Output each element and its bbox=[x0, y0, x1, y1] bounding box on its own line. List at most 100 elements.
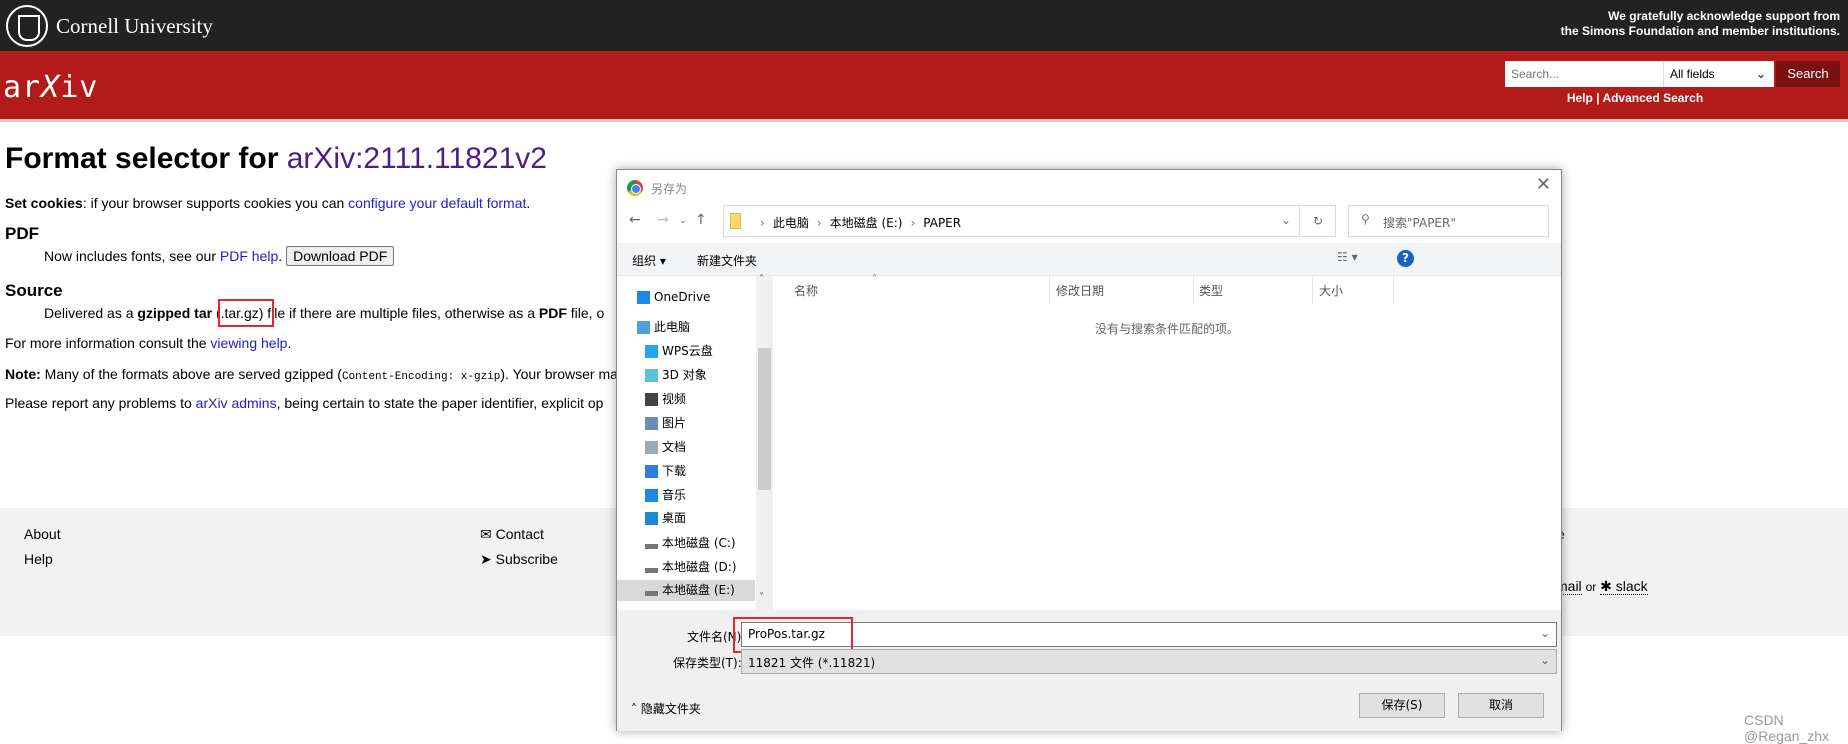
filename-input[interactable]: ProPos.tar.gz ⌄ bbox=[741, 622, 1557, 647]
recent-dropdown-icon[interactable]: ⌄ bbox=[679, 216, 687, 226]
nav-scrollbar-thumb[interactable] bbox=[758, 348, 771, 490]
arxiv-admins-link[interactable]: arXiv admins bbox=[196, 395, 277, 411]
separator: | bbox=[1596, 91, 1600, 105]
nav-item[interactable]: 本地磁盘 (E:) bbox=[617, 580, 755, 601]
punct: . bbox=[287, 335, 292, 351]
crumb[interactable]: 此电脑 bbox=[773, 216, 809, 230]
nav-item[interactable]: OneDrive bbox=[617, 287, 755, 308]
new-folder-button[interactable]: 新建文件夹 bbox=[697, 252, 757, 269]
column-divider[interactable] bbox=[1312, 276, 1313, 304]
dialog-toolbar: 组织 ▾ 新建文件夹 ☷ ▾ ? bbox=[617, 243, 1561, 276]
nav-item-label: 文档 bbox=[662, 440, 687, 454]
back-icon[interactable]: ← bbox=[629, 212, 641, 228]
up-icon[interactable]: ↑ bbox=[695, 212, 707, 228]
filetype-select[interactable]: 11821 文件 (*.11821) ⌄ bbox=[741, 649, 1557, 674]
column-type[interactable]: 类型 bbox=[1199, 282, 1223, 299]
empty-message: 没有与搜索条件匹配的项。 bbox=[1094, 322, 1239, 336]
column-divider[interactable] bbox=[1049, 276, 1050, 304]
crumb[interactable]: PAPER bbox=[923, 216, 961, 230]
download-icon bbox=[645, 465, 658, 478]
pdf-help-link[interactable]: PDF help bbox=[220, 248, 278, 264]
arxiv-logo[interactable]: arXiv bbox=[3, 70, 98, 105]
drive-icon bbox=[645, 544, 658, 549]
folder-search-input[interactable]: ⚲ 搜索"PAPER" bbox=[1348, 205, 1549, 237]
cancel-button[interactable]: 取消 bbox=[1458, 693, 1544, 718]
footer-help-link[interactable]: Help bbox=[24, 551, 53, 567]
nav-item[interactable]: 3D 对象 bbox=[617, 365, 755, 386]
source-bold: gzipped tar bbox=[137, 305, 213, 321]
view-options-icon[interactable]: ☷ ▾ bbox=[1337, 250, 1358, 264]
nav-item[interactable]: 音乐 bbox=[617, 485, 755, 506]
search-input[interactable]: Search... bbox=[1505, 61, 1663, 87]
column-modified[interactable]: 修改日期 bbox=[1056, 282, 1104, 299]
column-name[interactable]: 名称 bbox=[794, 282, 818, 299]
search-button[interactable]: Search bbox=[1776, 61, 1840, 87]
paper-id-link[interactable]: arXiv:2111.11821v2 bbox=[287, 142, 547, 175]
source-bold: PDF bbox=[538, 305, 567, 321]
viewing-help-link[interactable]: viewing help bbox=[210, 335, 287, 351]
cloud-drive-icon bbox=[645, 345, 658, 358]
nav-item-label: WPS云盘 bbox=[662, 344, 713, 358]
highlight-box bbox=[218, 299, 274, 327]
save-as-dialog: 另存为 ✕ ← → ⌄ ↑ › 此电脑 › 本地磁盘 (E:) › PAPER ⌄ ↻ ⚲… bbox=[616, 169, 1562, 731]
footer-contact-link[interactable]: ✉ Contact bbox=[480, 526, 544, 543]
crumb[interactable]: 本地磁盘 (E:) bbox=[830, 216, 903, 230]
nav-item[interactable]: 下载 bbox=[617, 461, 755, 482]
nav-item[interactable]: 图片 bbox=[617, 413, 755, 434]
chrome-icon bbox=[627, 180, 643, 196]
chevron-down-icon[interactable]: ⌄ bbox=[1540, 626, 1550, 640]
nav-item[interactable]: 本地磁盘 (D:) bbox=[617, 557, 755, 578]
nav-item[interactable]: 桌面 bbox=[617, 508, 755, 529]
source-text: Delivered as a bbox=[44, 305, 138, 321]
sort-up-icon: ˄ bbox=[872, 274, 877, 285]
cookies-label: Set cookies bbox=[5, 195, 83, 211]
slack-label: slack bbox=[1615, 578, 1648, 594]
refresh-icon[interactable]: ↻ bbox=[1301, 205, 1336, 237]
help-icon[interactable]: ? bbox=[1397, 250, 1414, 267]
chevron-down-icon[interactable]: ⌄ bbox=[1281, 213, 1291, 227]
nav-item-label: 桌面 bbox=[662, 511, 687, 525]
pdf-line: Now includes fonts, see our PDF help. Dow… bbox=[44, 246, 395, 266]
music-icon bbox=[645, 489, 658, 502]
nav-item-label: 本地磁盘 (C:) bbox=[662, 536, 736, 550]
column-divider[interactable] bbox=[1393, 276, 1394, 304]
note-text: ). Your browser ma bbox=[500, 366, 618, 382]
download-pdf-button[interactable]: Download PDF bbox=[286, 246, 395, 266]
address-bar[interactable]: › 此电脑 › 本地磁盘 (E:) › PAPER ⌄ bbox=[723, 205, 1300, 237]
hide-folders-toggle[interactable]: ˄ 隐藏文件夹 bbox=[631, 700, 701, 717]
folder-icon bbox=[730, 213, 741, 229]
nav-item-label: 图片 bbox=[662, 416, 687, 430]
subscribe-label: Subscribe bbox=[495, 551, 558, 567]
help-link[interactable]: Help bbox=[1567, 91, 1593, 105]
configure-format-link[interactable]: configure your default format bbox=[348, 195, 526, 211]
column-size[interactable]: 大小 bbox=[1319, 282, 1343, 299]
field-select[interactable]: All fields ⌄ bbox=[1663, 61, 1774, 87]
page-title: Format selector for arXiv:2111.11821v2 bbox=[5, 142, 547, 176]
contact-label: Contact bbox=[495, 526, 544, 542]
nav-item[interactable]: 此电脑 bbox=[617, 317, 755, 338]
or-text: or bbox=[1585, 580, 1597, 594]
dialog-title: 另存为 bbox=[651, 182, 688, 196]
forward-icon[interactable]: → bbox=[657, 212, 669, 228]
nav-item[interactable]: 文档 bbox=[617, 437, 755, 458]
save-button[interactable]: 保存(S) bbox=[1359, 693, 1445, 718]
nav-item-label: 下载 bbox=[662, 464, 687, 478]
footer-about-link[interactable]: About bbox=[24, 526, 61, 542]
advanced-search-link[interactable]: Advanced Search bbox=[1602, 91, 1703, 105]
column-divider[interactable] bbox=[1193, 276, 1194, 304]
watermark: CSDN @Regan_zhx bbox=[1744, 712, 1830, 744]
nav-item-label: 本地磁盘 (E:) bbox=[662, 583, 735, 597]
highlight-box bbox=[733, 617, 853, 653]
nav-item[interactable]: 视频 bbox=[617, 389, 755, 410]
slack-link[interactable]: ✱ slack bbox=[1600, 578, 1648, 595]
footer-subscribe-link[interactable]: ➤ Subscribe bbox=[480, 551, 558, 568]
note-text: Many of the formats above are served gzi… bbox=[40, 366, 342, 382]
nav-item[interactable]: WPS云盘 bbox=[617, 341, 755, 362]
nav-item[interactable]: 本地磁盘 (C:) bbox=[617, 533, 755, 554]
organize-menu[interactable]: 组织 ▾ bbox=[632, 252, 666, 269]
footer-help-channels: mail or ✱ slack bbox=[1556, 578, 1648, 595]
punct: . bbox=[526, 195, 531, 211]
close-icon[interactable]: ✕ bbox=[1536, 174, 1551, 195]
cornell-name[interactable]: Cornell University bbox=[56, 14, 213, 39]
cornell-seal-icon[interactable] bbox=[6, 5, 48, 47]
